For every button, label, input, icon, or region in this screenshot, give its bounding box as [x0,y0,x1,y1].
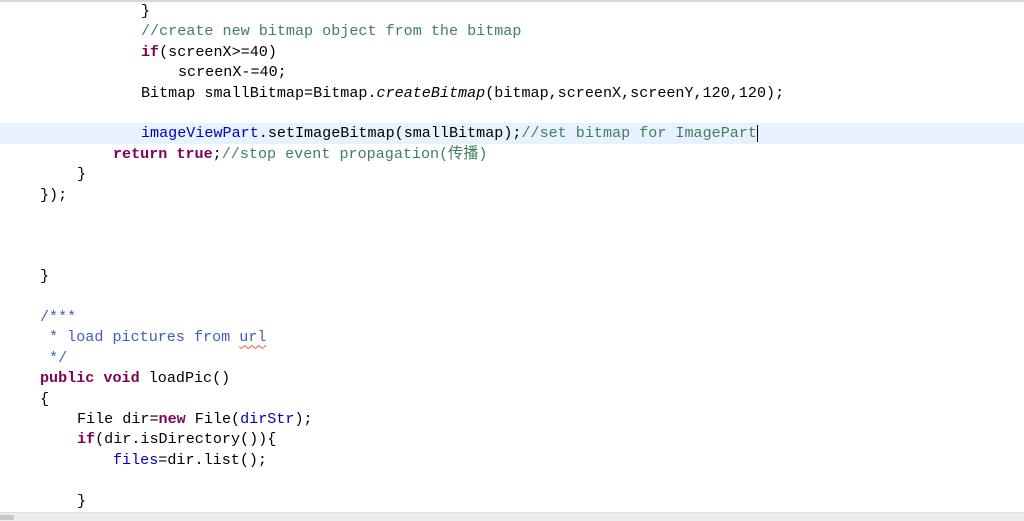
code-line[interactable]: if(screenX>=40) [0,42,1024,62]
scrollbar-thumb[interactable] [0,515,14,520]
keyword: if [77,430,96,449]
code-text: }); [40,185,68,204]
code-line[interactable]: * load pictures from url [0,327,1024,347]
code-text: } [40,267,50,286]
code-line[interactable]: if(dir.isDirectory()){ [0,429,1024,449]
code-line[interactable]: } [0,491,1024,511]
code-text: { [40,389,50,408]
comment: //create new bitmap object from the bitm… [141,22,522,41]
comment: //stop event propagation(传播) [221,144,488,163]
code-line[interactable]: } [0,1,1024,21]
keyword: void [103,369,140,388]
javadoc-comment: */ [40,348,68,367]
code-line[interactable] [0,287,1024,307]
code-text: Bitmap smallBitmap=Bitmap. [141,83,377,102]
field-reference: files [113,450,159,469]
keyword: return [113,144,168,163]
code-line[interactable] [0,205,1024,225]
misspelled-word: url [239,328,267,347]
code-line[interactable]: */ [0,348,1024,368]
code-line[interactable]: } [0,266,1024,286]
keyword: if [141,42,160,61]
code-text: } [77,491,87,510]
code-text: (dir.isDirectory()){ [95,430,277,449]
code-line[interactable]: Bitmap smallBitmap=Bitmap.createBitmap(b… [0,83,1024,103]
code-line[interactable]: return true;//stop event propagation(传播) [0,144,1024,164]
keyword: public [40,369,95,388]
code-line[interactable] [0,103,1024,123]
code-text: ; [212,144,222,163]
code-text: =dir.list(); [158,450,267,469]
field-reference: dirStr [240,410,295,428]
code-line[interactable]: }); [0,185,1024,205]
comment: //set bitmap for ImagePart [521,124,757,143]
keyword: new [158,410,186,428]
code-text: File( [185,410,241,428]
code-text: .setImageBitmap(smallBitmap); [258,124,522,143]
javadoc-comment: * load pictures from [40,328,240,347]
code-text: File dir= [77,410,159,428]
field-reference: imageViewPart [141,124,259,143]
static-method: createBitmap [376,83,486,102]
code-line[interactable] [0,470,1024,490]
code-text: (bitmap,screenX,screenY,120,120); [485,83,785,102]
javadoc-comment: /*** [40,308,77,326]
code-line[interactable]: files=dir.list(); [0,450,1024,470]
code-line[interactable]: public void loadPic() [0,368,1024,388]
text-cursor [756,124,758,142]
code-line[interactable]: /*** [0,307,1024,327]
code-line[interactable]: screenX-=40; [0,62,1024,82]
code-line[interactable]: imageViewPart.setImageBitmap(smallBitmap… [0,123,1024,144]
code-text: ); [294,410,313,428]
code-line[interactable]: { [0,389,1024,409]
code-text: } [77,165,87,184]
code-line[interactable]: } [0,164,1024,184]
code-text: loadPic() [139,369,231,388]
code-text: screenX-=40; [178,63,287,82]
code-line[interactable]: //create new bitmap object from the bitm… [0,21,1024,41]
code-line[interactable] [0,246,1024,266]
code-text: (screenX>=40) [159,42,277,61]
code-line[interactable]: File dir=new File(dirStr); [0,409,1024,429]
code-line[interactable] [0,225,1024,245]
keyword: true [176,144,213,163]
code-text: } [141,2,151,20]
code-editor[interactable]: } //create new bitmap object from the bit… [0,0,1024,512]
